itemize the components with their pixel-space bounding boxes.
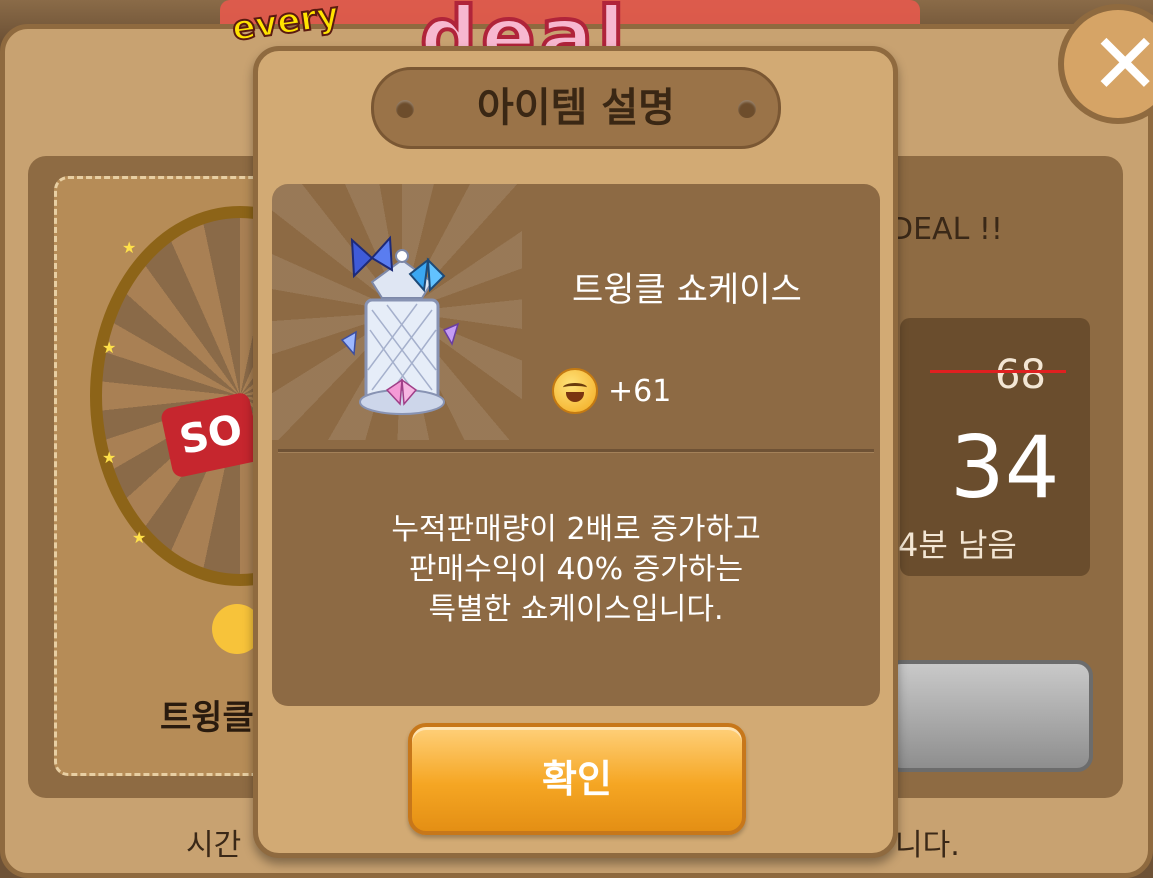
bonus-value: +61 bbox=[608, 373, 672, 409]
deal-item-name: 트윙클 bbox=[160, 698, 254, 738]
description-line: 누적판매량이 2배로 증가하고 bbox=[391, 512, 761, 547]
time-remaining: 4분 남음 bbox=[898, 526, 1017, 564]
dialog-title-plate: 아이템 설명 bbox=[371, 67, 781, 149]
star-icon: ★ bbox=[132, 528, 147, 547]
original-price: 68 bbox=[995, 352, 1046, 398]
star-icon: ★ bbox=[122, 238, 137, 257]
star-icon: ★ bbox=[102, 338, 117, 357]
confirm-button[interactable]: 확인 bbox=[408, 723, 746, 835]
buy-button-disabled[interactable] bbox=[885, 660, 1093, 772]
item-description: 누적판매량이 2배로 증가하고 판매수익이 40% 증가하는 특별한 쇼케이스입… bbox=[272, 510, 880, 630]
divider bbox=[278, 449, 874, 453]
close-icon: ✕ bbox=[1090, 15, 1153, 113]
footer-text-left: 시간 bbox=[186, 828, 242, 863]
confirm-label: 확인 bbox=[542, 757, 612, 801]
item-info-box: 트윙클 쇼케이스 +61 누적판매량이 2배로 증가하고 판매수익이 40% 증… bbox=[272, 184, 880, 706]
price-strikethrough bbox=[930, 370, 1066, 373]
smile-coin-icon bbox=[552, 368, 598, 414]
star-icon: ★ bbox=[102, 448, 117, 467]
deal-label: DEAL !! bbox=[890, 212, 1003, 247]
description-line: 판매수익이 40% 증가하는 bbox=[408, 552, 744, 587]
showcase-item-icon bbox=[340, 235, 460, 415]
dialog-title: 아이템 설명 bbox=[477, 85, 675, 131]
sale-price: 34 bbox=[950, 418, 1060, 518]
item-name: 트윙클 쇼케이스 bbox=[572, 270, 802, 310]
description-line: 특별한 쇼케이스입니다. bbox=[428, 592, 724, 627]
item-description-dialog: 아이템 설명 트윙클 쇼케이스 +61 누적판매량이 2배로 증가하고 판매수익… bbox=[253, 46, 898, 858]
footer-text-right: 니다. bbox=[895, 828, 960, 863]
item-bonus: +61 bbox=[552, 366, 671, 416]
